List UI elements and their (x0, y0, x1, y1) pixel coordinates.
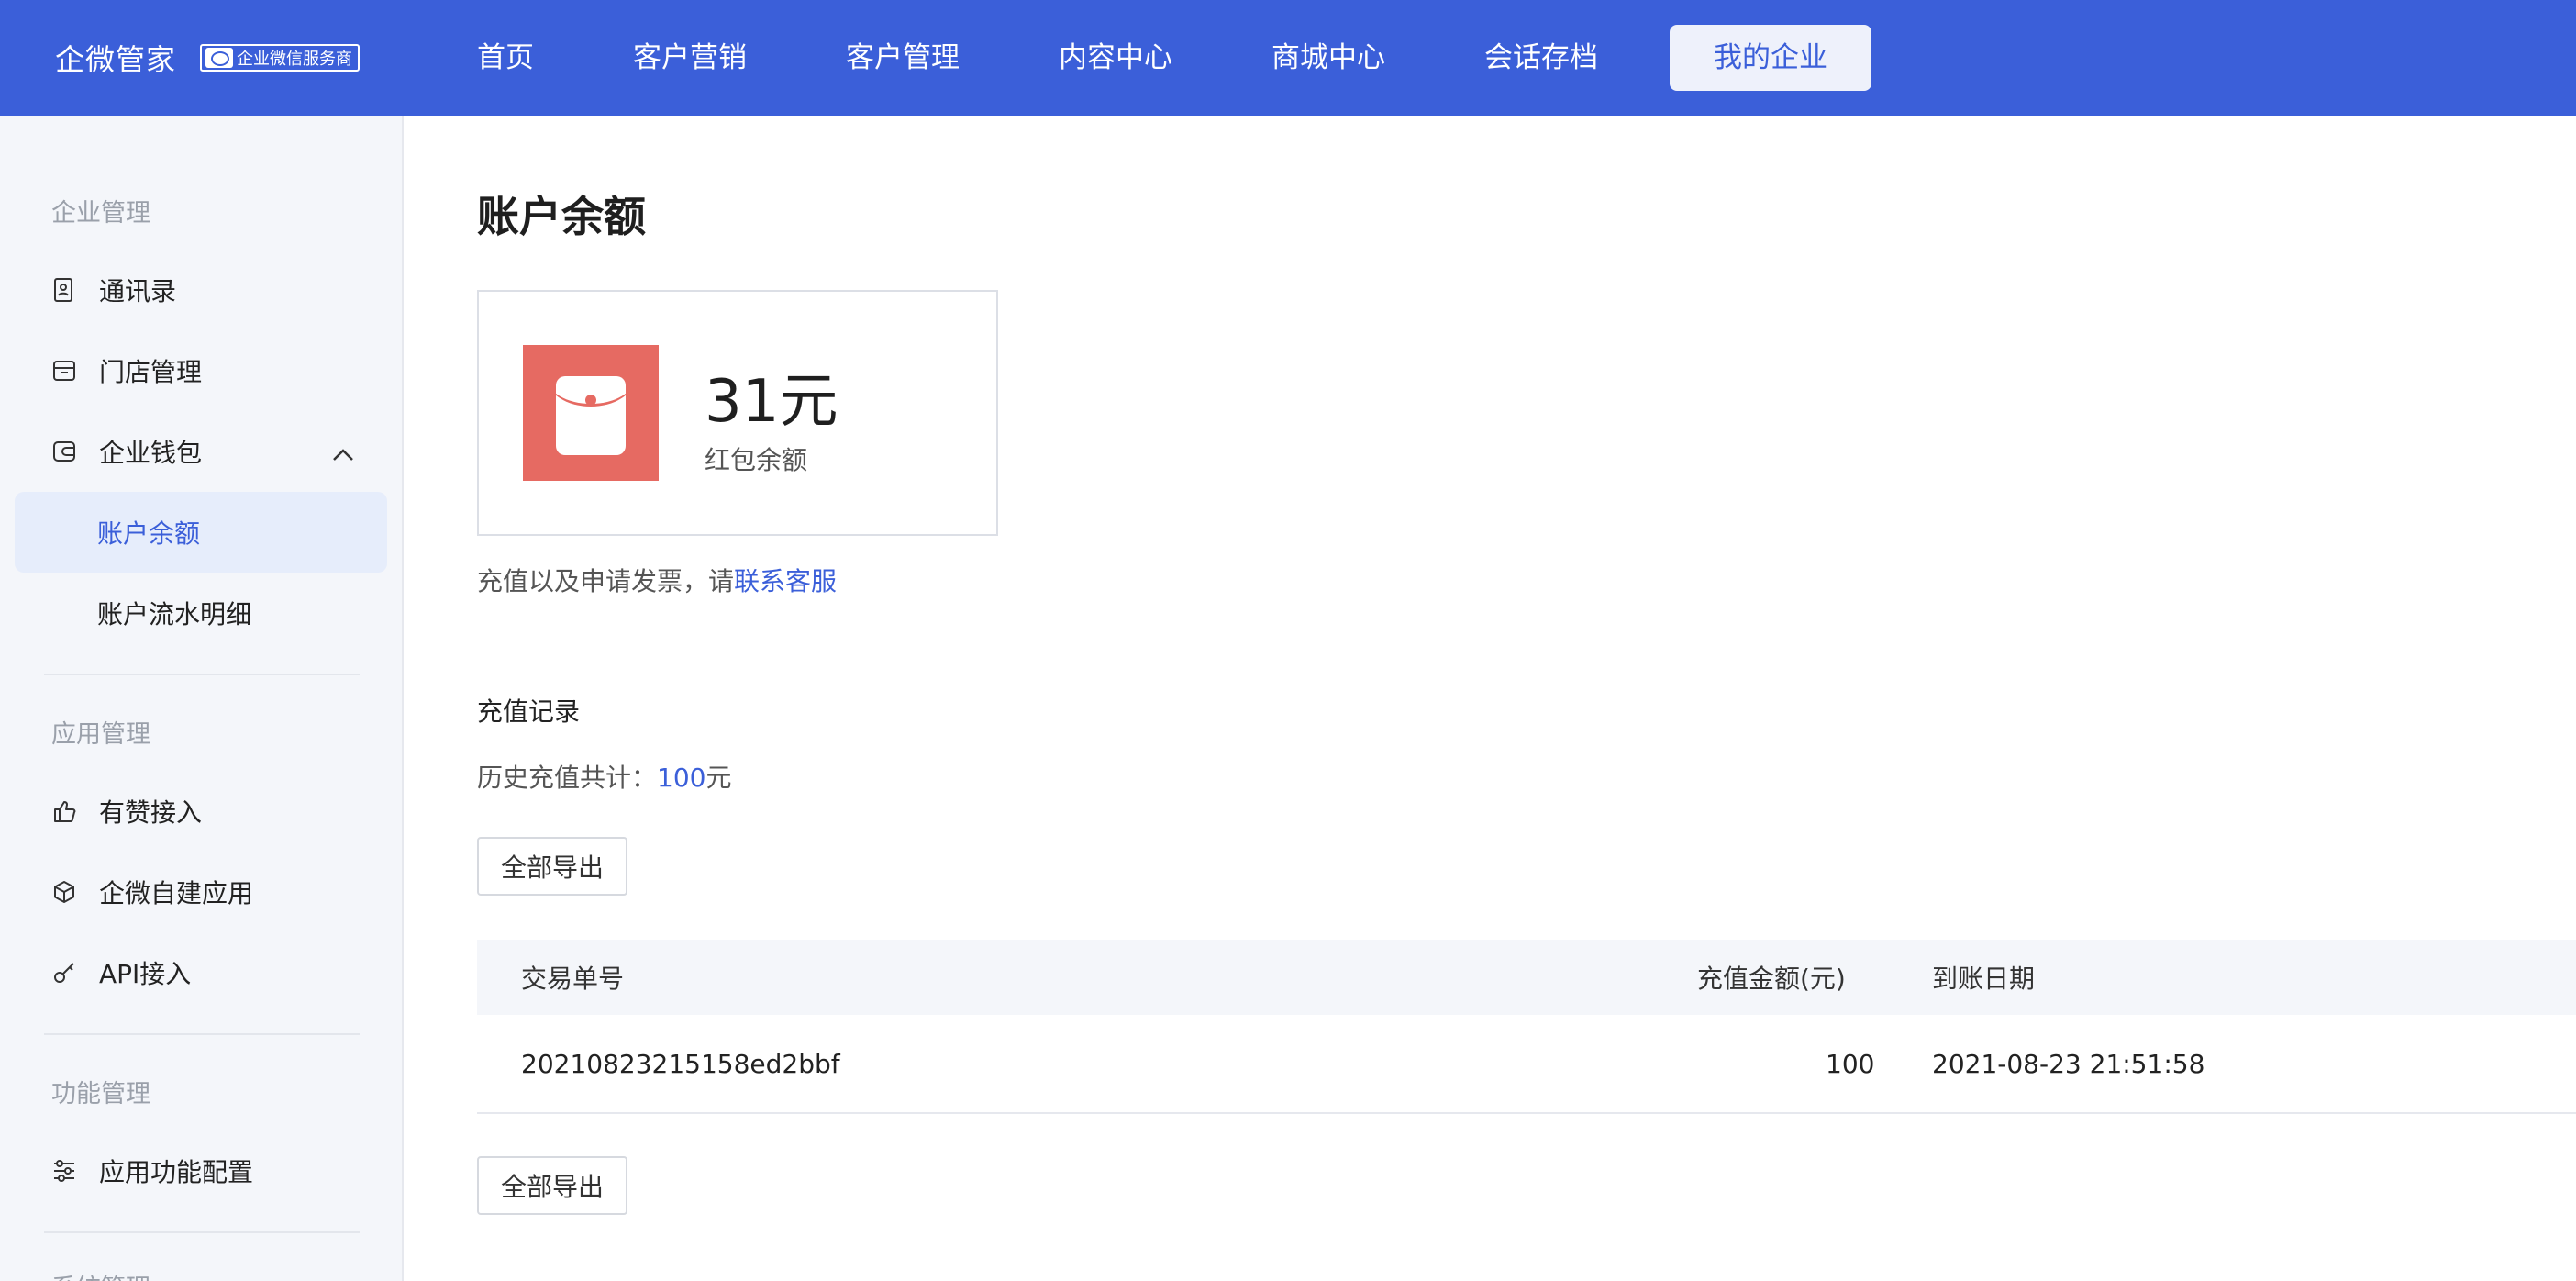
nav-content-center[interactable]: 内容中心 (1031, 25, 1200, 91)
sidebar-item-label: 通讯录 (99, 276, 177, 306)
main-content: 账户余额 31元 红包余额 充值以及申请发票，请联系客服 充值记录 历史充值共计… (405, 116, 2576, 1281)
sidebar-item-label: 有赞接入 (99, 797, 203, 828)
sidebar-group-system: 系统管理 (51, 1268, 150, 1281)
red-envelope-icon (523, 345, 659, 481)
nav-home[interactable]: 首页 (450, 25, 561, 91)
export-all-button-bottom[interactable]: 全部导出 (477, 1156, 627, 1215)
amount-cell: 100 (1826, 1048, 1875, 1079)
sidebar-item-wallet[interactable]: 企业钱包 (15, 411, 387, 492)
store-icon (51, 358, 77, 384)
sidebar: 企业管理 通讯录 门店管理 企业钱包 账户余额 账户流水明细 应用管理 有赞接入 (0, 116, 404, 1281)
sidebar-item-stores[interactable]: 门店管理 (15, 330, 387, 411)
nav-customer-management[interactable]: 客户管理 (818, 25, 987, 91)
transaction-id-cell: 20210823215158ed2bbf (521, 1048, 840, 1079)
tip-text: 充值以及申请发票，请 (477, 566, 735, 596)
total-label: 历史充值共计： (477, 763, 658, 793)
sidebar-item-self-built-app[interactable]: 企微自建应用 (15, 852, 387, 932)
sidebar-item-account-flow[interactable]: 账户流水明细 (15, 573, 387, 653)
table-row: 20210823215158ed2bbf 100 2021-08-23 21:5… (477, 1015, 2576, 1114)
top-navigation-bar: 企微管家 企业微信服务商 首页 客户营销 客户管理 内容中心 商城中心 会话存档… (0, 0, 2576, 116)
table-header: 交易单号 充值金额(元) 到账日期 (477, 940, 2576, 1015)
sidebar-group-apps: 应用管理 (51, 720, 150, 749)
cube-icon (51, 879, 77, 905)
wecom-partner-badge: 企业微信服务商 (200, 44, 361, 72)
page-title: 账户余额 (477, 192, 646, 241)
export-all-button[interactable]: 全部导出 (477, 837, 627, 896)
sidebar-item-label: 企微自建应用 (99, 878, 254, 908)
sidebar-item-label: 账户流水明细 (97, 599, 252, 629)
sidebar-divider (44, 1033, 360, 1035)
badge-text: 企业微信服务商 (237, 50, 353, 69)
wallet-icon (51, 439, 77, 464)
recharge-tip: 充值以及申请发票，请联系客服 (477, 562, 837, 598)
sidebar-item-label: 企业钱包 (99, 438, 203, 468)
main-nav: 首页 客户营销 客户管理 内容中心 商城中心 会话存档 我的企业 (450, 0, 1915, 116)
date-cell: 2021-08-23 21:51:58 (1932, 1048, 2205, 1079)
sidebar-item-contacts[interactable]: 通讯录 (15, 250, 387, 330)
column-header-amount: 充值金额(元) (1697, 964, 1846, 994)
wecom-chat-icon (205, 48, 234, 68)
contact-support-link[interactable]: 联系客服 (734, 566, 837, 596)
sidebar-divider (44, 674, 360, 675)
balance-amount: 31元 (705, 368, 838, 436)
column-header-transaction-id: 交易单号 (521, 964, 625, 994)
sidebar-group-enterprise: 企业管理 (51, 199, 150, 228)
sliders-icon (51, 1158, 77, 1184)
sidebar-item-label: 账户余额 (97, 518, 201, 549)
sidebar-item-label: 应用功能配置 (99, 1157, 254, 1187)
sidebar-divider (44, 1231, 360, 1233)
nav-customer-marketing[interactable]: 客户营销 (605, 25, 774, 91)
total-unit: 元 (705, 763, 732, 793)
sidebar-item-youzan[interactable]: 有赞接入 (15, 771, 387, 852)
thumbs-up-icon (51, 798, 77, 824)
nav-my-enterprise[interactable]: 我的企业 (1670, 25, 1871, 91)
sidebar-item-api[interactable]: API接入 (15, 932, 387, 1013)
sidebar-group-features: 功能管理 (51, 1080, 150, 1108)
nav-mall-center[interactable]: 商城中心 (1244, 25, 1413, 91)
balance-card: 31元 红包余额 (477, 290, 998, 536)
chevron-up-icon[interactable] (332, 439, 354, 469)
sidebar-item-account-balance[interactable]: 账户余额 (15, 492, 387, 573)
sidebar-item-label: 门店管理 (99, 357, 203, 387)
recharge-total: 历史充值共计：100元 (477, 758, 731, 795)
brand-name: 企微管家 (55, 42, 177, 77)
column-header-date: 到账日期 (1932, 964, 2036, 994)
nav-session-archive[interactable]: 会话存档 (1457, 25, 1626, 91)
recharge-records-title: 充值记录 (477, 696, 581, 727)
contacts-icon (51, 277, 77, 303)
balance-label: 红包余额 (705, 445, 808, 475)
key-icon (51, 960, 77, 986)
total-value: 100 (657, 763, 706, 793)
recharge-table: 交易单号 充值金额(元) 到账日期 20210823215158ed2bbf 1… (477, 940, 2576, 1114)
brand[interactable]: 企微管家 企业微信服务商 (55, 0, 361, 116)
sidebar-item-label: API接入 (99, 959, 192, 989)
sidebar-item-feature-config[interactable]: 应用功能配置 (15, 1131, 387, 1211)
